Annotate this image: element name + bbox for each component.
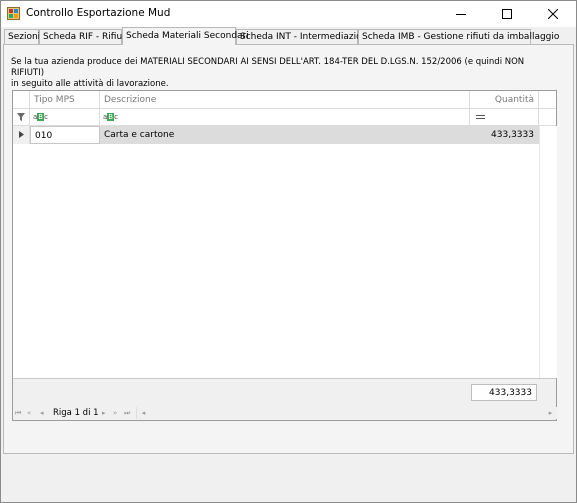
tab-sezioni[interactable]: Sezioni <box>4 29 41 44</box>
minimize-icon <box>456 14 466 15</box>
record-info: Riga 1 di 1 <box>53 408 99 418</box>
tab-label: Scheda RIF - Rifiuti <box>43 32 129 42</box>
maximize-button[interactable] <box>484 1 530 27</box>
last-record-icon[interactable]: ⏭ <box>124 407 130 419</box>
filter-descrizione[interactable]: aBc <box>100 109 470 126</box>
first-record-icon[interactable]: ⏮ <box>15 407 21 419</box>
cell-quantita[interactable]: 433,3333 <box>470 126 539 144</box>
horizontal-scrollbar[interactable]: ◂ ▸ <box>136 407 557 419</box>
tab-scheda-rif[interactable]: Scheda RIF - Rifiuti <box>39 29 128 44</box>
text-filter-icon: aBc <box>33 113 48 121</box>
column-header-descrizione[interactable]: Descrizione <box>100 91 470 109</box>
column-header-label: Descrizione <box>104 95 157 105</box>
cell-value: 010 <box>35 131 53 141</box>
intro-line-2: in seguito alle attività di lavorazione. <box>11 79 169 89</box>
tab-scheda-int[interactable]: Scheda INT - Intermediazione <box>236 29 373 44</box>
text-filter-icon: aBc <box>103 113 118 121</box>
row-indicator-header <box>13 91 30 109</box>
tab-label: Scheda Materiali Secondari <box>126 31 249 41</box>
filter-row-indicator <box>13 109 30 126</box>
materials-grid: Tipo MPS Descrizione Quantità (Kg) aBc a… <box>12 90 557 421</box>
cell-value: Carta e cartone <box>104 130 175 140</box>
filter-quantita[interactable] <box>470 109 539 126</box>
column-header-tipo-mps[interactable]: Tipo MPS <box>30 91 100 109</box>
scroll-right-icon[interactable]: ▸ <box>545 407 556 419</box>
column-header-quantita[interactable]: Quantità (Kg) <box>470 91 539 123</box>
main-window: Controllo Esportazione Mud Sezioni Sched… <box>0 0 577 503</box>
tab-label: Sezioni <box>8 32 41 42</box>
prev-page-icon[interactable]: « <box>27 407 31 419</box>
grid-navigator: ⏮ « ◂ Riga 1 di 1 ▸ » ⏭ ◂ ▸ <box>13 406 557 420</box>
total-quantita: 433,3333 <box>471 384 537 401</box>
app-icon <box>7 7 20 20</box>
column-header-label: Tipo MPS <box>34 95 75 105</box>
tab-scheda-materiali-secondari[interactable]: Scheda Materiali Secondari <box>122 27 249 45</box>
equals-filter-icon <box>476 114 485 119</box>
close-icon <box>548 9 558 19</box>
next-page-icon[interactable]: » <box>113 407 117 419</box>
tab-strip: Sezioni Scheda RIF - Rifiuti Scheda Mate… <box>4 27 574 45</box>
tab-label: Scheda IMB - Gestione rifiuti da imballa… <box>362 32 560 42</box>
intro-line-1: Se la tua azienda produce dei MATERIALI … <box>11 57 525 78</box>
title-bar: Controllo Esportazione Mud <box>1 1 576 27</box>
window-title: Controllo Esportazione Mud <box>26 7 171 19</box>
header-spacer <box>539 91 556 109</box>
minimize-button[interactable] <box>438 1 484 27</box>
row-indicator-icon <box>19 131 24 138</box>
row-indicator[interactable] <box>13 126 30 144</box>
tab-label: Scheda INT - Intermediazione <box>240 32 373 42</box>
cell-tipo-mps[interactable]: 010 <box>30 126 100 144</box>
maximize-icon <box>502 9 512 19</box>
next-record-icon[interactable]: ▸ <box>102 407 106 419</box>
filter-tipo-mps[interactable]: aBc <box>30 109 100 126</box>
scroll-left-icon[interactable]: ◂ <box>138 407 149 419</box>
filter-spacer <box>539 109 556 126</box>
cell-descrizione[interactable]: Carta e cartone <box>100 126 470 144</box>
vertical-scrollbar[interactable] <box>539 126 557 378</box>
filter-icon <box>17 112 25 121</box>
close-button[interactable] <box>530 1 576 27</box>
grid-footer: 433,3333 <box>13 378 556 407</box>
cell-value: 433,3333 <box>491 130 534 140</box>
prev-record-icon[interactable]: ◂ <box>40 407 44 419</box>
intro-text: Se la tua azienda produce dei MATERIALI … <box>11 57 551 90</box>
tab-scheda-imb[interactable]: Scheda IMB - Gestione rifiuti da imballa… <box>358 29 559 44</box>
